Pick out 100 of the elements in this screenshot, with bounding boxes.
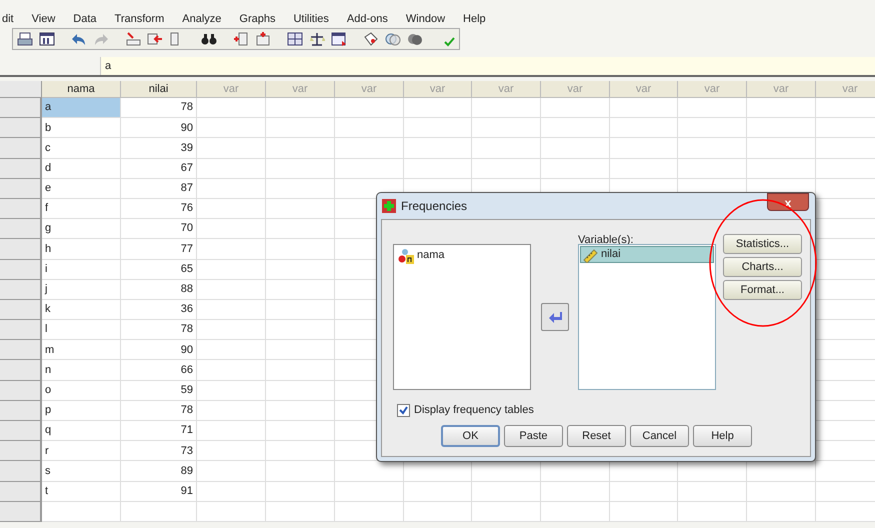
row-header[interactable] (0, 400, 42, 421)
table-cell[interactable] (472, 502, 541, 522)
row-header[interactable] (0, 360, 42, 381)
row-header[interactable] (0, 158, 42, 179)
table-cell[interactable] (197, 421, 266, 442)
table-cell[interactable] (610, 118, 678, 138)
table-cell[interactable]: k (42, 300, 121, 320)
table-cell[interactable] (197, 300, 266, 320)
table-cell[interactable] (610, 482, 678, 502)
dialog-button[interactable]: Charts... (723, 257, 802, 277)
scale-icon[interactable] (309, 31, 325, 47)
table-cell[interactable] (197, 441, 266, 462)
table-cell[interactable] (266, 300, 335, 320)
table-cell[interactable] (747, 502, 816, 522)
menu-item[interactable]: Analyze (182, 11, 222, 28)
table-cell[interactable] (266, 340, 335, 360)
table-cell[interactable]: p (42, 400, 121, 421)
table-cell[interactable] (197, 380, 266, 401)
menu-item[interactable]: Window (406, 11, 446, 28)
table-cell[interactable]: 88 (121, 280, 197, 300)
sets-icon[interactable] (385, 31, 401, 47)
table-cell[interactable]: 78 (121, 400, 197, 421)
table-cell[interactable] (404, 138, 472, 159)
table-cell[interactable] (266, 482, 335, 502)
table-cell[interactable]: 89 (121, 461, 197, 482)
menu-item[interactable]: Help (463, 11, 486, 28)
table-cell[interactable] (197, 198, 266, 220)
table-cell[interactable]: a (42, 98, 121, 118)
table-cell[interactable]: t (42, 482, 121, 502)
row-header[interactable] (0, 178, 42, 199)
insert-case-icon[interactable] (233, 31, 249, 47)
menu-item[interactable]: View (32, 11, 56, 28)
table-cell[interactable] (197, 280, 266, 300)
table-cell[interactable]: 67 (121, 158, 197, 179)
binoculars-icon[interactable] (201, 31, 217, 47)
table-cell[interactable] (266, 441, 335, 462)
table-cell[interactable] (121, 502, 197, 522)
table-cell[interactable]: m (42, 340, 121, 360)
table-cell[interactable]: 65 (121, 260, 197, 280)
source-variable-list[interactable]: nama (393, 244, 531, 390)
go-to-case-icon[interactable] (125, 31, 141, 47)
table-cell[interactable] (472, 118, 541, 138)
table-cell[interactable] (335, 158, 404, 179)
row-header[interactable] (0, 219, 42, 240)
table-cell[interactable] (197, 482, 266, 502)
table-cell[interactable]: 78 (121, 320, 197, 340)
table-cell[interactable] (335, 98, 404, 118)
table-cell[interactable] (266, 98, 335, 118)
table-cell[interactable]: 71 (121, 421, 197, 442)
table-cell[interactable] (747, 98, 816, 118)
table-cell[interactable]: 73 (121, 441, 197, 462)
table-cell[interactable] (197, 320, 266, 340)
table-cell[interactable] (266, 178, 335, 199)
table-cell[interactable] (678, 118, 747, 138)
table-cell[interactable] (404, 158, 472, 179)
table-cell[interactable] (266, 138, 335, 159)
table-cell[interactable] (266, 421, 335, 442)
table-cell[interactable]: 90 (121, 340, 197, 360)
checkbox[interactable] (397, 404, 410, 417)
table-cell[interactable] (541, 502, 610, 522)
table-cell[interactable]: 87 (121, 178, 197, 199)
table-cell[interactable] (335, 502, 404, 522)
table-cell[interactable] (541, 158, 610, 179)
table-cell[interactable]: r (42, 441, 121, 462)
table-cell[interactable]: l (42, 320, 121, 340)
variable-item[interactable]: nama (396, 247, 528, 264)
show-sets-icon[interactable] (407, 31, 423, 47)
table-cell[interactable] (197, 138, 266, 159)
table-cell[interactable] (266, 158, 335, 179)
move-button[interactable] (541, 303, 569, 331)
row-header[interactable] (0, 320, 42, 340)
table-cell[interactable] (197, 98, 266, 118)
row-header[interactable] (0, 98, 42, 118)
table-cell[interactable] (266, 400, 335, 421)
table-cell[interactable] (610, 138, 678, 159)
table-cell[interactable]: q (42, 421, 121, 442)
table-cell[interactable] (266, 239, 335, 260)
table-cell[interactable] (266, 280, 335, 300)
table-cell[interactable] (541, 138, 610, 159)
table-cell[interactable] (197, 360, 266, 381)
table-cell[interactable] (266, 360, 335, 381)
row-header[interactable] (0, 239, 42, 260)
table-cell[interactable] (266, 461, 335, 482)
dialog-button[interactable]: Reset (567, 425, 626, 447)
table-cell[interactable]: b (42, 118, 121, 138)
table-cell[interactable]: 77 (121, 239, 197, 260)
table-cell[interactable]: 59 (121, 380, 197, 401)
table-cell[interactable] (197, 219, 266, 240)
table-cell[interactable] (266, 198, 335, 220)
table-cell[interactable] (404, 482, 472, 502)
table-cell[interactable] (197, 158, 266, 179)
cell-editor[interactable]: a (100, 57, 875, 75)
table-cell[interactable] (747, 118, 816, 138)
table-cell[interactable]: 78 (121, 98, 197, 118)
table-cell[interactable] (266, 320, 335, 340)
dialog-button[interactable]: Help (693, 425, 752, 447)
column-header[interactable]: nilai (121, 81, 197, 98)
table-cell[interactable]: 76 (121, 198, 197, 220)
row-header[interactable] (0, 340, 42, 360)
go-to-variable-icon[interactable] (147, 31, 163, 47)
